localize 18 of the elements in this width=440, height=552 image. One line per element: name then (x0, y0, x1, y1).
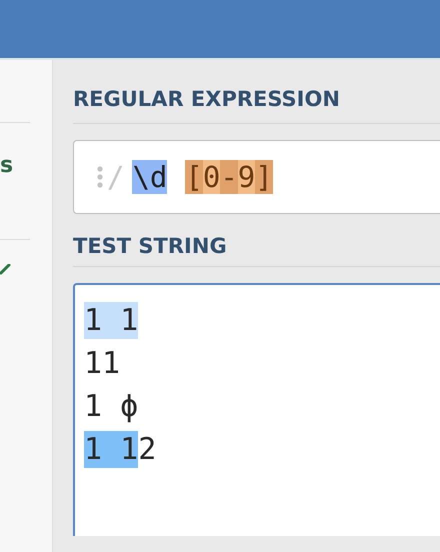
regex-token: - (220, 160, 238, 194)
regex-token: 0 (202, 160, 220, 194)
test-text: 11 (84, 344, 120, 382)
section-heading: REGULAR EXPRESSION (73, 86, 341, 113)
test-text: 2 (138, 430, 156, 468)
test-string-field[interactable]: 1 1 11 1 ϕ 1 12 (73, 283, 440, 536)
match-highlight: 1 1 (84, 302, 138, 340)
regex-delimiter: / (107, 160, 124, 194)
sidebar-label[interactable]: s (0, 153, 52, 201)
drag-handle-icon[interactable] (97, 166, 103, 188)
match-highlight: 1 1 (84, 430, 138, 468)
section-heading: TEST STRING (73, 233, 228, 260)
regex-token: [ (185, 160, 203, 194)
test-text: 1 ϕ (84, 388, 138, 426)
regex-token: 9 (238, 160, 256, 194)
regex-token: \d (132, 160, 168, 194)
regex-input-field[interactable]: / \d [0-9] (73, 140, 440, 214)
regex-token: ] (255, 160, 273, 194)
